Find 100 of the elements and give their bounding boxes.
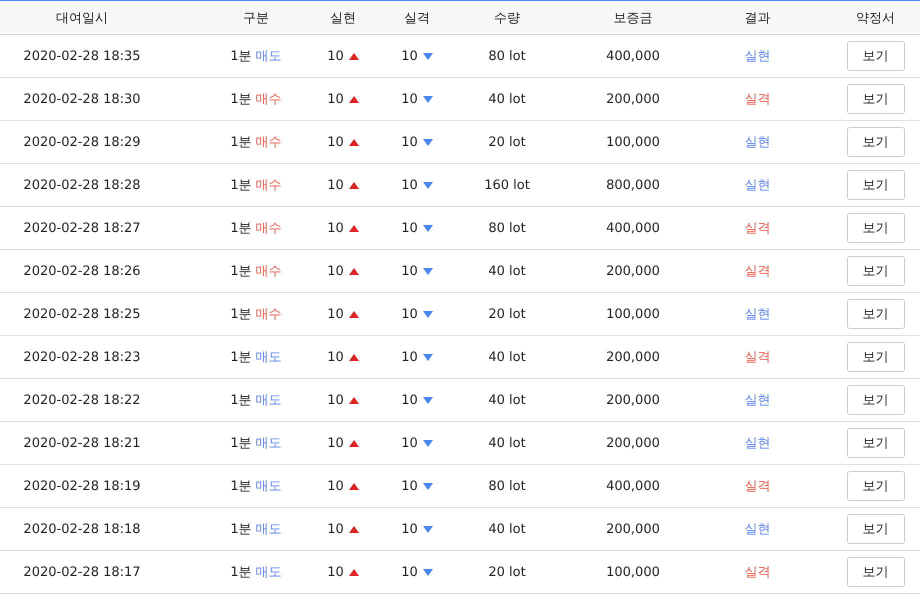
- result-label: 실격: [744, 349, 770, 366]
- view-button[interactable]: 보기: [846, 385, 904, 415]
- view-button[interactable]: 보기: [846, 256, 904, 286]
- side-label: 매수: [256, 220, 282, 237]
- table-cell: 100,000: [606, 306, 660, 322]
- up-triangle-icon: [348, 224, 359, 232]
- up-triangle-icon: [348, 182, 359, 188]
- side-label: 매도: [256, 349, 282, 366]
- result-label: 실격: [744, 91, 770, 108]
- up-triangle-icon: [348, 568, 359, 576]
- result-label: 실현: [744, 48, 770, 65]
- table-cell: 10: [327, 436, 344, 450]
- table-cell: 10: [401, 48, 418, 64]
- up-triangle-icon: [348, 396, 359, 404]
- down-triangle-icon: [422, 268, 433, 274]
- table-cell: 200,000: [606, 392, 660, 408]
- table-cell: 40 lot: [488, 522, 526, 536]
- table-cell: 10: [327, 220, 344, 236]
- view-button[interactable]: 보기: [846, 84, 904, 114]
- table-cell: 10: [401, 178, 418, 192]
- table-cell: 200,000: [606, 350, 660, 364]
- table-cell: 20 lot: [488, 564, 526, 580]
- table-cell: 2020-02-28 18:35: [23, 48, 141, 64]
- down-triangle-icon: [422, 568, 433, 576]
- side-label: 매도: [256, 521, 282, 538]
- table-cell: 10: [327, 392, 344, 408]
- table-cell: 10: [327, 92, 344, 106]
- table-cell: 2020-02-28 18:28: [23, 178, 141, 192]
- side-label: 매도: [256, 478, 282, 495]
- view-button[interactable]: 보기: [846, 557, 904, 587]
- view-button[interactable]: 보기: [846, 471, 904, 501]
- table-cell: 10: [401, 306, 418, 322]
- down-triangle-icon: [422, 440, 433, 446]
- table-cell: 10: [327, 134, 344, 150]
- table-cell: 10: [401, 436, 418, 450]
- table-cell: 10: [401, 350, 418, 364]
- view-button[interactable]: 보기: [846, 299, 904, 329]
- down-triangle-icon: [422, 224, 433, 232]
- result-label: 실현: [744, 521, 770, 538]
- side-label: 매수: [256, 177, 282, 194]
- table-cell: 2020-02-28 18:23: [23, 350, 141, 364]
- result-label: 실현: [744, 392, 770, 409]
- table-cell-text: 1분: [230, 48, 252, 65]
- table-cell: 2020-02-28 18:29: [23, 134, 141, 150]
- column-header: 대여일시: [56, 10, 108, 26]
- up-triangle-icon: [348, 310, 359, 318]
- result-label: 실현: [744, 134, 770, 151]
- table-cell: 800,000: [606, 178, 660, 192]
- table-cell-text: 1분: [230, 220, 252, 237]
- table-cell-text: 1분: [230, 306, 252, 323]
- view-button[interactable]: 보기: [846, 514, 904, 544]
- table-cell-text: 1분: [230, 177, 252, 194]
- column-header: 보증금: [614, 10, 652, 26]
- column-header: 실격: [404, 10, 430, 26]
- table-cell-text: 1분: [230, 349, 252, 366]
- up-triangle-icon: [348, 354, 359, 360]
- table-cell: 160 lot: [484, 178, 530, 192]
- table-cell: 10: [401, 522, 418, 536]
- table-cell: 40 lot: [488, 436, 526, 450]
- column-header: 수량: [494, 10, 520, 26]
- up-triangle-icon: [348, 96, 359, 102]
- side-label: 매도: [256, 392, 282, 409]
- table-cell: 40 lot: [488, 264, 526, 278]
- table-cell: 10: [327, 350, 344, 364]
- table-cell: 10: [401, 134, 418, 150]
- view-button[interactable]: 보기: [846, 213, 904, 243]
- table-cell-text: 1분: [230, 521, 252, 538]
- table-cell: 2020-02-28 18:25: [23, 306, 141, 322]
- table-cell: 200,000: [606, 264, 660, 278]
- down-triangle-icon: [422, 138, 433, 146]
- down-triangle-icon: [422, 96, 433, 102]
- table-cell: 2020-02-28 18:18: [23, 522, 141, 536]
- table-cell: 400,000: [606, 48, 660, 64]
- result-label: 실격: [744, 564, 770, 581]
- view-button[interactable]: 보기: [846, 127, 904, 157]
- table-cell: 80 lot: [488, 48, 526, 64]
- side-label: 매수: [256, 306, 282, 323]
- table-cell: 40 lot: [488, 350, 526, 364]
- table-cell: 400,000: [606, 220, 660, 236]
- result-label: 실현: [744, 306, 770, 323]
- column-header: 실현: [330, 10, 356, 26]
- side-label: 매수: [256, 91, 282, 108]
- view-button[interactable]: 보기: [846, 170, 904, 200]
- table-cell: 10: [327, 306, 344, 322]
- view-button[interactable]: 보기: [846, 428, 904, 458]
- table-cell: 20 lot: [488, 134, 526, 150]
- result-label: 실격: [744, 220, 770, 237]
- view-button[interactable]: 보기: [846, 41, 904, 71]
- down-triangle-icon: [422, 182, 433, 188]
- down-triangle-icon: [422, 526, 433, 532]
- view-button[interactable]: 보기: [846, 342, 904, 372]
- table-cell: 10: [401, 92, 418, 106]
- table-cell: 2020-02-28 18:26: [23, 264, 141, 278]
- table-cell: 200,000: [606, 522, 660, 536]
- table-cell-text: 1분: [230, 478, 252, 495]
- up-triangle-icon: [348, 440, 359, 446]
- table-cell: 100,000: [606, 134, 660, 150]
- result-label: 실격: [744, 263, 770, 280]
- down-triangle-icon: [422, 310, 433, 318]
- table-cell: 10: [401, 564, 418, 580]
